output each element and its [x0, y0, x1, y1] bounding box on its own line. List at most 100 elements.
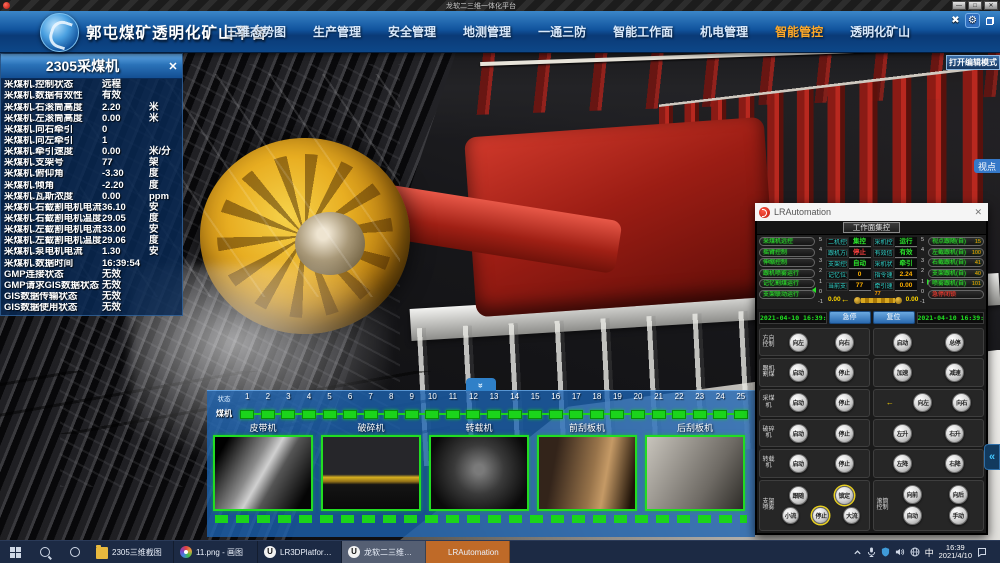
round-button-左降[interactable]: 左降 [893, 454, 912, 473]
round-button-减速[interactable]: 减速 [945, 363, 964, 382]
mode-button[interactable]: 支架联动运行 [759, 290, 815, 299]
ime-indicator[interactable]: 中 [925, 546, 934, 559]
support-status-block[interactable] [405, 410, 419, 419]
nav-item-一通三防[interactable]: 一通三防 [538, 23, 586, 40]
lra-titlebar[interactable]: LRAutomation ✕ [755, 203, 988, 221]
tray-chevron-up-icon[interactable] [853, 548, 862, 557]
support-status-block[interactable] [343, 410, 357, 419]
taskbar-item[interactable]: 11.png - 画图 [174, 541, 258, 563]
camera-thumb[interactable] [537, 435, 637, 511]
support-status-block[interactable] [508, 410, 522, 419]
round-button-启动[interactable]: 启动 [789, 363, 808, 382]
support-status-block[interactable] [672, 410, 686, 419]
mode-button[interactable]: 跟机喷雾运行 [759, 269, 815, 278]
round-button-停止[interactable]: 停止 [835, 393, 854, 412]
support-status-block[interactable] [261, 410, 275, 419]
restore-view-icon[interactable] [983, 14, 996, 27]
camera-thumb[interactable] [321, 435, 421, 511]
round-button-启动[interactable]: 启动 [789, 454, 808, 473]
window-titlebar[interactable]: 龙软二三维一体化平台 — □ ✕ [0, 0, 1000, 11]
mode-button[interactable]: 急停闭锁 [928, 290, 984, 299]
support-status-block[interactable] [549, 410, 563, 419]
round-button-总停[interactable]: 总停 [945, 333, 964, 352]
nav-item-三维态势图[interactable]: 三维态势图 [226, 23, 286, 40]
taskbar-item[interactable]: U龙软二三维一体化... [342, 541, 426, 563]
support-status-block[interactable] [652, 410, 666, 419]
round-button-停止[interactable]: 停止 [835, 454, 854, 473]
nav-item-生产管理[interactable]: 生产管理 [313, 23, 361, 40]
support-status-block[interactable] [446, 410, 460, 419]
close-icon[interactable]: ✕ [972, 207, 984, 218]
mode-button[interactable]: 喷雾跟机(自)101 [928, 279, 984, 288]
nav-item-地测管理[interactable]: 地测管理 [463, 23, 511, 40]
emergency-stop-button[interactable]: 急停 [829, 311, 871, 324]
support-status-block[interactable] [323, 410, 337, 419]
support-status-block[interactable] [364, 410, 378, 419]
round-button-启动[interactable]: 启动 [893, 333, 912, 352]
round-button-左升[interactable]: 左升 [893, 424, 912, 443]
round-button-锁定[interactable]: 锁定 [835, 486, 854, 505]
round-button-停止[interactable]: 停止 [835, 424, 854, 443]
round-button-停止[interactable]: 停止 [835, 363, 854, 382]
network-globe-icon[interactable] [910, 547, 920, 557]
shield-icon[interactable] [881, 547, 890, 557]
panel-collapse-tab[interactable]: » [466, 378, 496, 391]
support-status-block[interactable] [528, 410, 542, 419]
support-status-block[interactable] [590, 410, 604, 419]
round-button-右升[interactable]: 右升 [945, 424, 964, 443]
nav-item-智能管控[interactable]: 智能管控 [775, 23, 823, 40]
support-status-block[interactable] [713, 410, 727, 419]
support-status-block[interactable] [384, 410, 398, 419]
round-button-向前[interactable]: 向前 [903, 485, 922, 504]
support-status-block[interactable] [487, 410, 501, 419]
support-status-block[interactable] [281, 410, 295, 419]
round-button-向后[interactable]: 向后 [949, 485, 968, 504]
gear-icon[interactable]: ⚙ [965, 13, 980, 28]
support-status-block[interactable] [466, 410, 480, 419]
round-button-加速[interactable]: 加速 [893, 363, 912, 382]
round-button-向左[interactable]: 向左 [789, 333, 808, 352]
cortana-button[interactable] [60, 541, 90, 563]
support-status-block[interactable] [302, 410, 316, 419]
tools-icon[interactable]: ✖ [949, 14, 962, 27]
nav-item-智能工作面[interactable]: 智能工作面 [613, 23, 673, 40]
round-button-自动[interactable]: 自动 [903, 506, 922, 525]
support-status-block[interactable] [610, 410, 624, 419]
mode-button[interactable]: 记忆割煤运行 [759, 279, 815, 288]
camera-thumb[interactable] [213, 435, 313, 511]
mode-button[interactable]: 伸缩控制 [759, 258, 815, 267]
mode-button[interactable]: 支架跟机(自)40 [928, 269, 984, 278]
search-button[interactable] [30, 541, 60, 563]
round-button-跟随[interactable]: 跟随 [789, 486, 808, 505]
support-status-block[interactable] [631, 410, 645, 419]
nav-item-机电管理[interactable]: 机电管理 [700, 23, 748, 40]
round-button-大流[interactable]: 大流 [843, 507, 860, 524]
round-button-手动[interactable]: 手动 [949, 506, 968, 525]
mode-button[interactable]: 右截跟机(自)41 [928, 258, 984, 267]
speaker-icon[interactable] [895, 547, 905, 557]
minimize-button[interactable]: — [952, 1, 966, 10]
taskbar-item[interactable]: ULR3DPlatform - U... [258, 541, 342, 563]
start-button[interactable] [0, 541, 30, 563]
round-button-启动[interactable]: 启动 [789, 424, 808, 443]
microphone-icon[interactable] [867, 547, 876, 557]
support-status-block[interactable] [240, 410, 254, 419]
camera-thumb[interactable] [645, 435, 745, 511]
support-status-block[interactable] [734, 410, 748, 419]
camera-thumb[interactable] [429, 435, 529, 511]
round-button-向右[interactable]: 向右 [952, 393, 971, 412]
mode-button[interactable]: 摇臂控制 [759, 248, 815, 257]
tab-workface-control[interactable]: 工作面集控 [843, 222, 901, 233]
open-edit-mode-button[interactable]: 打开编辑模式 [946, 55, 1000, 70]
mode-button[interactable]: 左截跟机(自)100 [928, 248, 984, 257]
notification-center-icon[interactable] [977, 547, 987, 557]
support-status-block[interactable] [425, 410, 439, 419]
support-status-block[interactable] [569, 410, 583, 419]
round-button-右降[interactable]: 右降 [945, 454, 964, 473]
round-button-小流[interactable]: 小流 [782, 507, 799, 524]
round-button-向右[interactable]: 向右 [835, 333, 854, 352]
collapse-left-icon[interactable]: « [984, 444, 1000, 470]
round-button-停止[interactable]: 停止 [812, 507, 829, 524]
support-status-block[interactable] [693, 410, 707, 419]
viewpoint-tab[interactable]: 视点 [974, 159, 1000, 173]
